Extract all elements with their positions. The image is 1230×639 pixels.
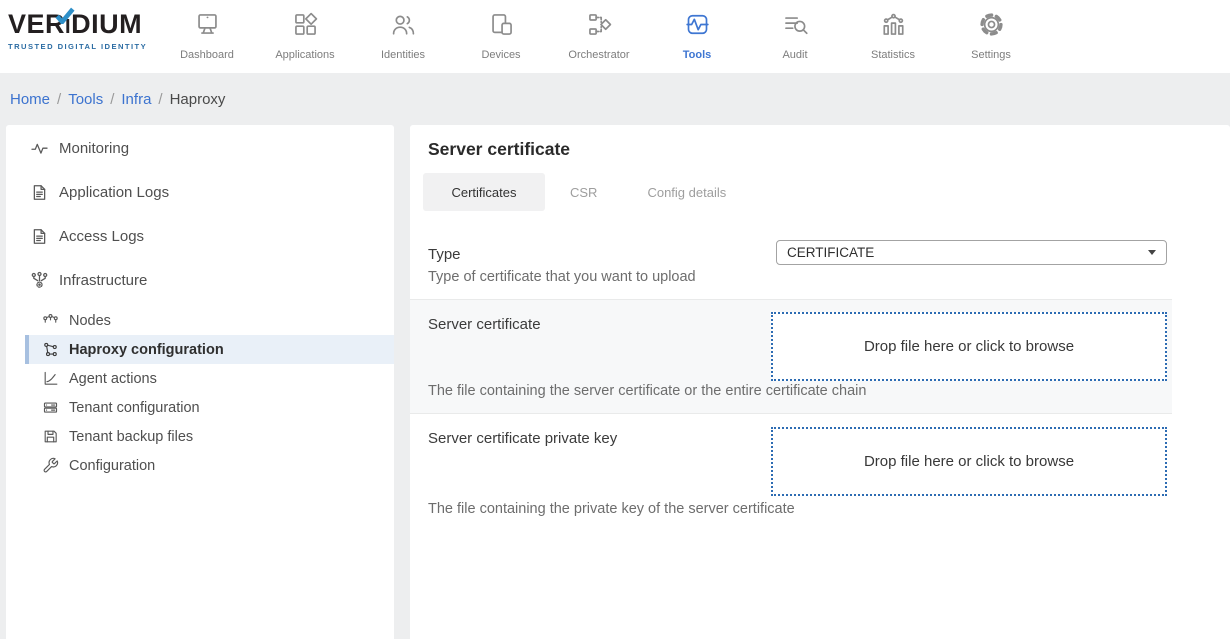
sidebar-item-label: Infrastructure	[59, 272, 147, 289]
sidebar-item-haproxy-configuration[interactable]: Haproxy configuration	[25, 335, 394, 364]
sidebar-item-label: Monitoring	[59, 140, 129, 157]
sidebar-item-access-logs[interactable]: Access Logs	[6, 214, 394, 258]
tab-config-details[interactable]: Config details	[622, 173, 751, 211]
nav-label: Orchestrator	[550, 49, 648, 61]
sidebar-item-label: Tenant configuration	[69, 400, 200, 416]
nav-item-dashboard[interactable]: Dashboard	[158, 11, 256, 61]
nav-item-devices[interactable]: Devices	[452, 11, 550, 61]
nav-item-statistics[interactable]: Statistics	[844, 11, 942, 61]
settings-icon	[978, 25, 1005, 42]
nav-item-settings[interactable]: Settings	[942, 11, 1040, 61]
statistics-icon	[880, 25, 907, 42]
orchestrator-icon	[586, 25, 613, 42]
breadcrumb-link-infra[interactable]: Infra	[121, 91, 151, 108]
certificate-type-select[interactable]: CERTIFICATE	[776, 240, 1167, 265]
sidebar-item-tenant-configuration[interactable]: Tenant configuration	[6, 393, 394, 422]
nodes-icon	[42, 312, 59, 329]
sidebar: Monitoring Application Logs Access Logs Inf…	[6, 125, 394, 639]
brand-logo[interactable]: VERIDIUM TRUSTED DIGITAL IDENTITY	[8, 9, 147, 51]
nav-label: Settings	[942, 49, 1040, 61]
private-key-dropzone[interactable]: Drop file here or click to browse	[771, 427, 1167, 496]
certificate-form: Type Type of certificate that you want t…	[410, 232, 1172, 529]
dropzone-text: Drop file here or click to browse	[864, 453, 1074, 470]
brand-tagline: TRUSTED DIGITAL IDENTITY	[8, 42, 147, 51]
breadcrumb-separator: /	[158, 91, 162, 108]
sidebar-item-infrastructure[interactable]: Infrastructure	[6, 258, 394, 302]
sidebar-item-monitoring[interactable]: Monitoring	[6, 126, 394, 170]
tab-csr[interactable]: CSR	[545, 173, 622, 211]
breadcrumb-current: Haproxy	[170, 91, 226, 108]
sidebar-item-application-logs[interactable]: Application Logs	[6, 170, 394, 214]
tools-icon	[684, 25, 711, 42]
tenant-config-icon	[42, 399, 59, 416]
nav-item-audit[interactable]: Audit	[746, 11, 844, 61]
nav-label: Statistics	[844, 49, 942, 61]
type-description: Type of certificate that you want to upl…	[428, 269, 1154, 285]
breadcrumb-separator: /	[110, 91, 114, 108]
infrastructure-icon	[30, 271, 49, 290]
sidebar-item-label: Access Logs	[59, 228, 144, 245]
nav-label: Identities	[354, 49, 452, 61]
sidebar-item-label: Configuration	[69, 458, 155, 474]
dropzone-text: Drop file here or click to browse	[864, 338, 1074, 355]
server-certificate-dropzone[interactable]: Drop file here or click to browse	[771, 312, 1167, 381]
private-key-description: The file containing the private key of t…	[428, 501, 795, 517]
sidebar-item-label: Nodes	[69, 313, 111, 329]
logo-checkmark-icon	[54, 0, 76, 30]
sidebar-item-label: Application Logs	[59, 184, 169, 201]
sidebar-item-configuration[interactable]: Configuration	[6, 451, 394, 480]
sidebar-item-label: Agent actions	[69, 371, 157, 387]
applications-icon	[292, 25, 319, 42]
sidebar-item-label: Haproxy configuration	[69, 342, 224, 358]
agent-actions-icon	[42, 370, 59, 387]
nav-label: Dashboard	[158, 49, 256, 61]
top-navbar: VERIDIUM TRUSTED DIGITAL IDENTITY Dashbo…	[0, 0, 1230, 73]
breadcrumb-link-home[interactable]: Home	[10, 91, 50, 108]
monitoring-icon	[30, 139, 49, 158]
chevron-down-icon	[1148, 250, 1156, 255]
tab-bar: CertificatesCSRConfig details	[423, 173, 1230, 211]
sidebar-item-tenant-backup-files[interactable]: Tenant backup files	[6, 422, 394, 451]
primary-nav: DashboardApplicationsIdentitiesDevicesOr…	[158, 11, 1040, 61]
breadcrumb-link-tools[interactable]: Tools	[68, 91, 103, 108]
main-panel: Server certificate CertificatesCSRConfig…	[410, 125, 1230, 639]
identities-icon	[390, 25, 417, 42]
brand-name: VERIDIUM	[8, 9, 147, 42]
sidebar-item-label: Tenant backup files	[69, 429, 193, 445]
private-key-row: Server certificate private key Drop file…	[410, 414, 1172, 529]
server-certificate-row: Server certificate Drop file here or cli…	[410, 299, 1172, 414]
server-certificate-description: The file containing the server certifica…	[428, 383, 866, 399]
breadcrumb: Home / Tools / Infra / Haproxy	[0, 73, 1230, 125]
nav-item-tools[interactable]: Tools	[648, 11, 746, 61]
certificate-type-value: CERTIFICATE	[787, 245, 874, 260]
nav-label: Devices	[452, 49, 550, 61]
nav-label: Tools	[648, 49, 746, 61]
tab-certificates[interactable]: Certificates	[423, 173, 545, 211]
nav-item-orchestrator[interactable]: Orchestrator	[550, 11, 648, 61]
configuration-icon	[42, 457, 59, 474]
document-icon	[30, 183, 49, 202]
nav-item-identities[interactable]: Identities	[354, 11, 452, 61]
page-title: Server certificate	[428, 139, 1230, 160]
audit-icon	[782, 25, 809, 42]
backup-icon	[42, 428, 59, 445]
sidebar-item-nodes[interactable]: Nodes	[6, 306, 394, 335]
dashboard-icon	[194, 25, 221, 42]
nav-item-applications[interactable]: Applications	[256, 11, 354, 61]
sidebar-item-agent-actions[interactable]: Agent actions	[6, 364, 394, 393]
nav-label: Audit	[746, 49, 844, 61]
devices-icon	[488, 25, 515, 42]
haproxy-icon	[42, 341, 59, 358]
type-field-row: Type Type of certificate that you want t…	[410, 232, 1172, 299]
breadcrumb-separator: /	[57, 91, 61, 108]
document-icon	[30, 227, 49, 246]
nav-label: Applications	[256, 49, 354, 61]
